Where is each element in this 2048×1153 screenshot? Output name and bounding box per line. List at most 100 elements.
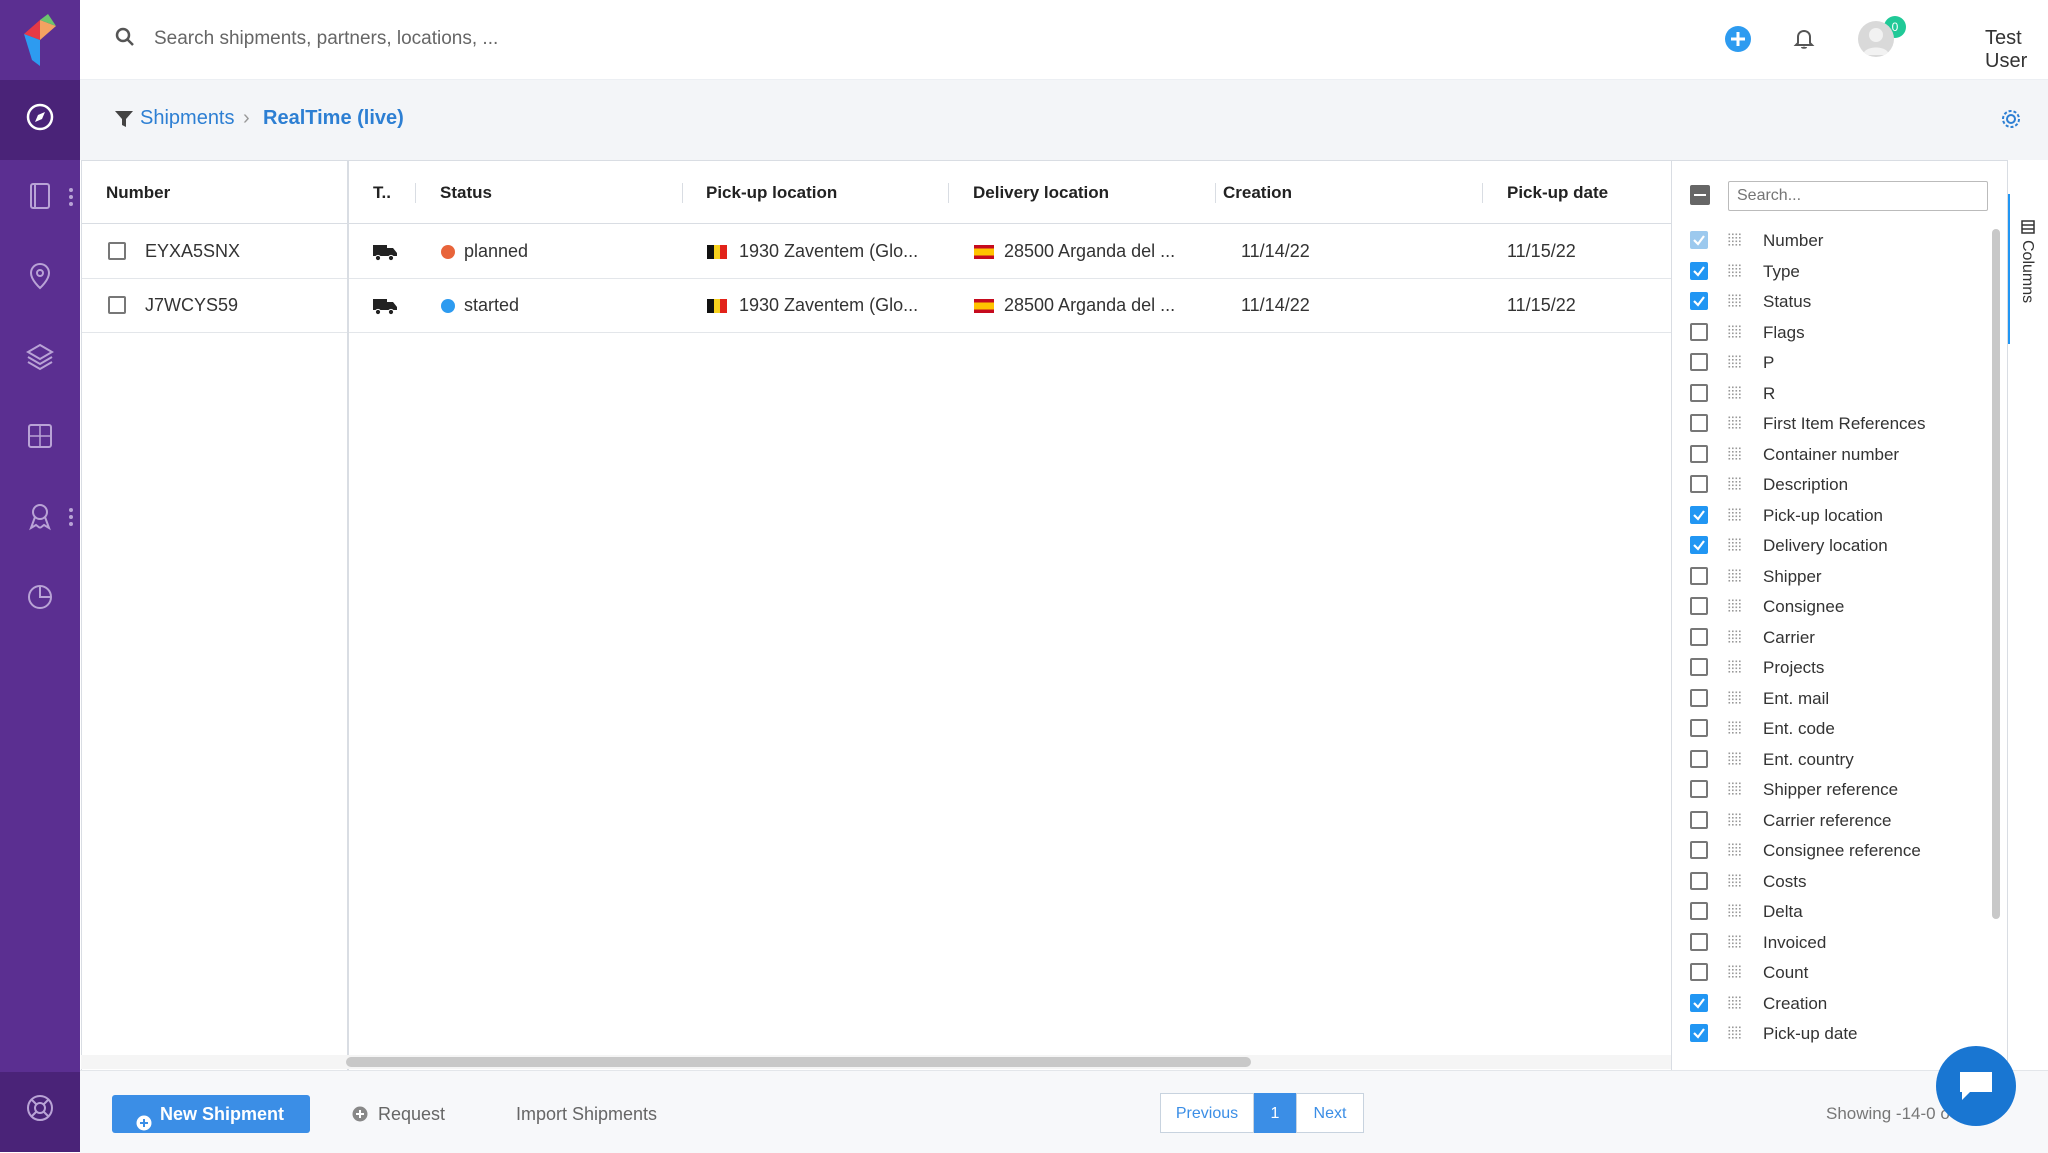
column-checkbox[interactable] [1690,902,1708,920]
row-checkbox[interactable] [108,296,126,314]
column-checkbox[interactable] [1690,780,1708,798]
column-checkbox[interactable] [1690,261,1708,280]
column-toggle-item[interactable]: Number [1672,225,1992,255]
column-toggle-item[interactable]: Invoiced [1672,927,1992,957]
column-checkbox[interactable] [1690,932,1708,951]
horizontal-scrollbar-thumb[interactable] [346,1057,1251,1067]
drag-handle-icon[interactable] [1728,721,1742,735]
drag-handle-icon[interactable] [1728,874,1742,888]
column-checkbox[interactable] [1690,231,1708,249]
breadcrumb-shipments[interactable]: Shipments [140,107,235,130]
column-toggle-item[interactable]: Shipper reference [1672,774,1992,804]
column-list-scrollbar[interactable] [1992,229,2000,919]
column-checkbox[interactable] [1690,963,1708,981]
drag-handle-icon[interactable] [1728,996,1742,1010]
column-header-number[interactable]: Number [106,183,170,203]
drag-handle-icon[interactable] [1728,752,1742,766]
location-pin-icon[interactable] [24,260,56,292]
drag-handle-icon[interactable] [1728,691,1742,705]
pie-chart-icon[interactable] [24,580,56,612]
column-toggle-item[interactable]: Delivery location [1672,530,1992,560]
plus-circle-icon[interactable] [352,1106,368,1122]
column-checkbox[interactable] [1690,566,1708,585]
column-header-pickup-date[interactable]: Pick-up date [1507,183,1608,203]
import-shipments-button[interactable]: Import Shipments [516,1104,657,1125]
column-toggle-item[interactable]: Ent. code [1672,713,1992,743]
drag-handle-icon[interactable] [1728,264,1742,278]
global-search-input[interactable] [152,22,856,56]
column-header-pickup-location[interactable]: Pick-up location [706,183,837,203]
column-header-status[interactable]: Status [440,183,492,203]
column-header-delivery-location[interactable]: Delivery location [973,183,1109,203]
column-search-input[interactable] [1728,181,1988,211]
columns-tab-label[interactable]: Columns [2018,240,2036,303]
compass-icon[interactable] [24,101,56,133]
column-checkbox[interactable] [1690,475,1708,493]
request-button[interactable]: Request [378,1104,445,1125]
drag-handle-icon[interactable] [1728,386,1742,400]
drag-handle-icon[interactable] [1728,233,1742,247]
avatar[interactable] [1858,21,1894,57]
column-checkbox[interactable] [1690,353,1708,371]
add-icon[interactable] [1724,25,1752,53]
drag-handle-icon[interactable] [1728,935,1742,949]
column-header-type[interactable]: T.. [373,183,391,203]
table-row[interactable]: EYXA5SNX planned 1930 Zaventem (Glo... 2… [82,224,1672,279]
column-toggle-item[interactable]: Container number [1672,439,1992,469]
column-checkbox[interactable] [1690,993,1708,1012]
column-checkbox[interactable] [1690,658,1708,676]
drag-handle-icon[interactable] [1728,538,1742,552]
pagination-previous[interactable]: Previous [1160,1093,1254,1133]
pagination-page-1[interactable]: 1 [1254,1093,1296,1133]
column-toggle-item[interactable]: Ent. country [1672,744,1992,774]
column-checkbox[interactable] [1690,383,1708,402]
drag-handle-icon[interactable] [1728,630,1742,644]
drag-handle-icon[interactable] [1728,1026,1742,1040]
award-icon[interactable] [24,500,56,532]
column-checkbox[interactable] [1690,810,1708,829]
column-toggle-item[interactable]: P [1672,347,1992,377]
column-toggle-item[interactable]: Creation [1672,988,1992,1018]
new-shipment-button[interactable]: New Shipment [112,1095,310,1133]
drag-handle-icon[interactable] [1728,294,1742,308]
column-checkbox[interactable] [1690,322,1708,341]
drag-handle-icon[interactable] [1728,599,1742,613]
column-toggle-item[interactable]: Consignee [1672,591,1992,621]
columns-side-tab[interactable]: Columns [2007,160,2048,1070]
more-vertical-icon[interactable] [68,187,74,207]
column-checkbox[interactable] [1690,719,1708,737]
column-toggle-item[interactable]: Pick-up location [1672,500,1992,530]
column-toggle-item[interactable]: Carrier [1672,622,1992,652]
column-checkbox[interactable] [1690,536,1708,554]
app-logo[interactable] [20,12,60,68]
select-all-toggle[interactable] [1690,185,1710,205]
column-toggle-item[interactable]: Status [1672,286,1992,316]
drag-handle-icon[interactable] [1728,660,1742,674]
drag-handle-icon[interactable] [1728,477,1742,491]
column-toggle-item[interactable]: Consignee reference [1672,835,1992,865]
column-toggle-item[interactable]: First Item References [1672,408,1992,438]
layers-icon[interactable] [24,340,56,372]
column-toggle-item[interactable]: Ent. mail [1672,683,1992,713]
column-toggle-item[interactable]: Flags [1672,317,1992,347]
row-checkbox[interactable] [108,242,126,260]
column-header-creation[interactable]: Creation [1223,183,1292,203]
column-checkbox[interactable] [1690,749,1708,768]
drag-handle-icon[interactable] [1728,447,1742,461]
drag-handle-icon[interactable] [1728,782,1742,796]
more-vertical-icon[interactable] [68,507,74,527]
lifebuoy-icon[interactable] [24,1092,56,1124]
column-toggle-item[interactable]: Count [1672,957,1992,987]
column-toggle-item[interactable]: Shipper [1672,561,1992,591]
drag-handle-icon[interactable] [1728,355,1742,369]
notebook-icon[interactable] [24,180,56,212]
column-checkbox[interactable] [1690,597,1708,615]
column-checkbox[interactable] [1690,1024,1708,1042]
column-checkbox[interactable] [1690,627,1708,646]
drag-handle-icon[interactable] [1728,904,1742,918]
column-checkbox[interactable] [1690,414,1708,432]
column-checkbox[interactable] [1690,688,1708,707]
drag-handle-icon[interactable] [1728,813,1742,827]
column-toggle-item[interactable]: Description [1672,469,1992,499]
breadcrumb-current[interactable]: RealTime (live) [263,107,404,130]
